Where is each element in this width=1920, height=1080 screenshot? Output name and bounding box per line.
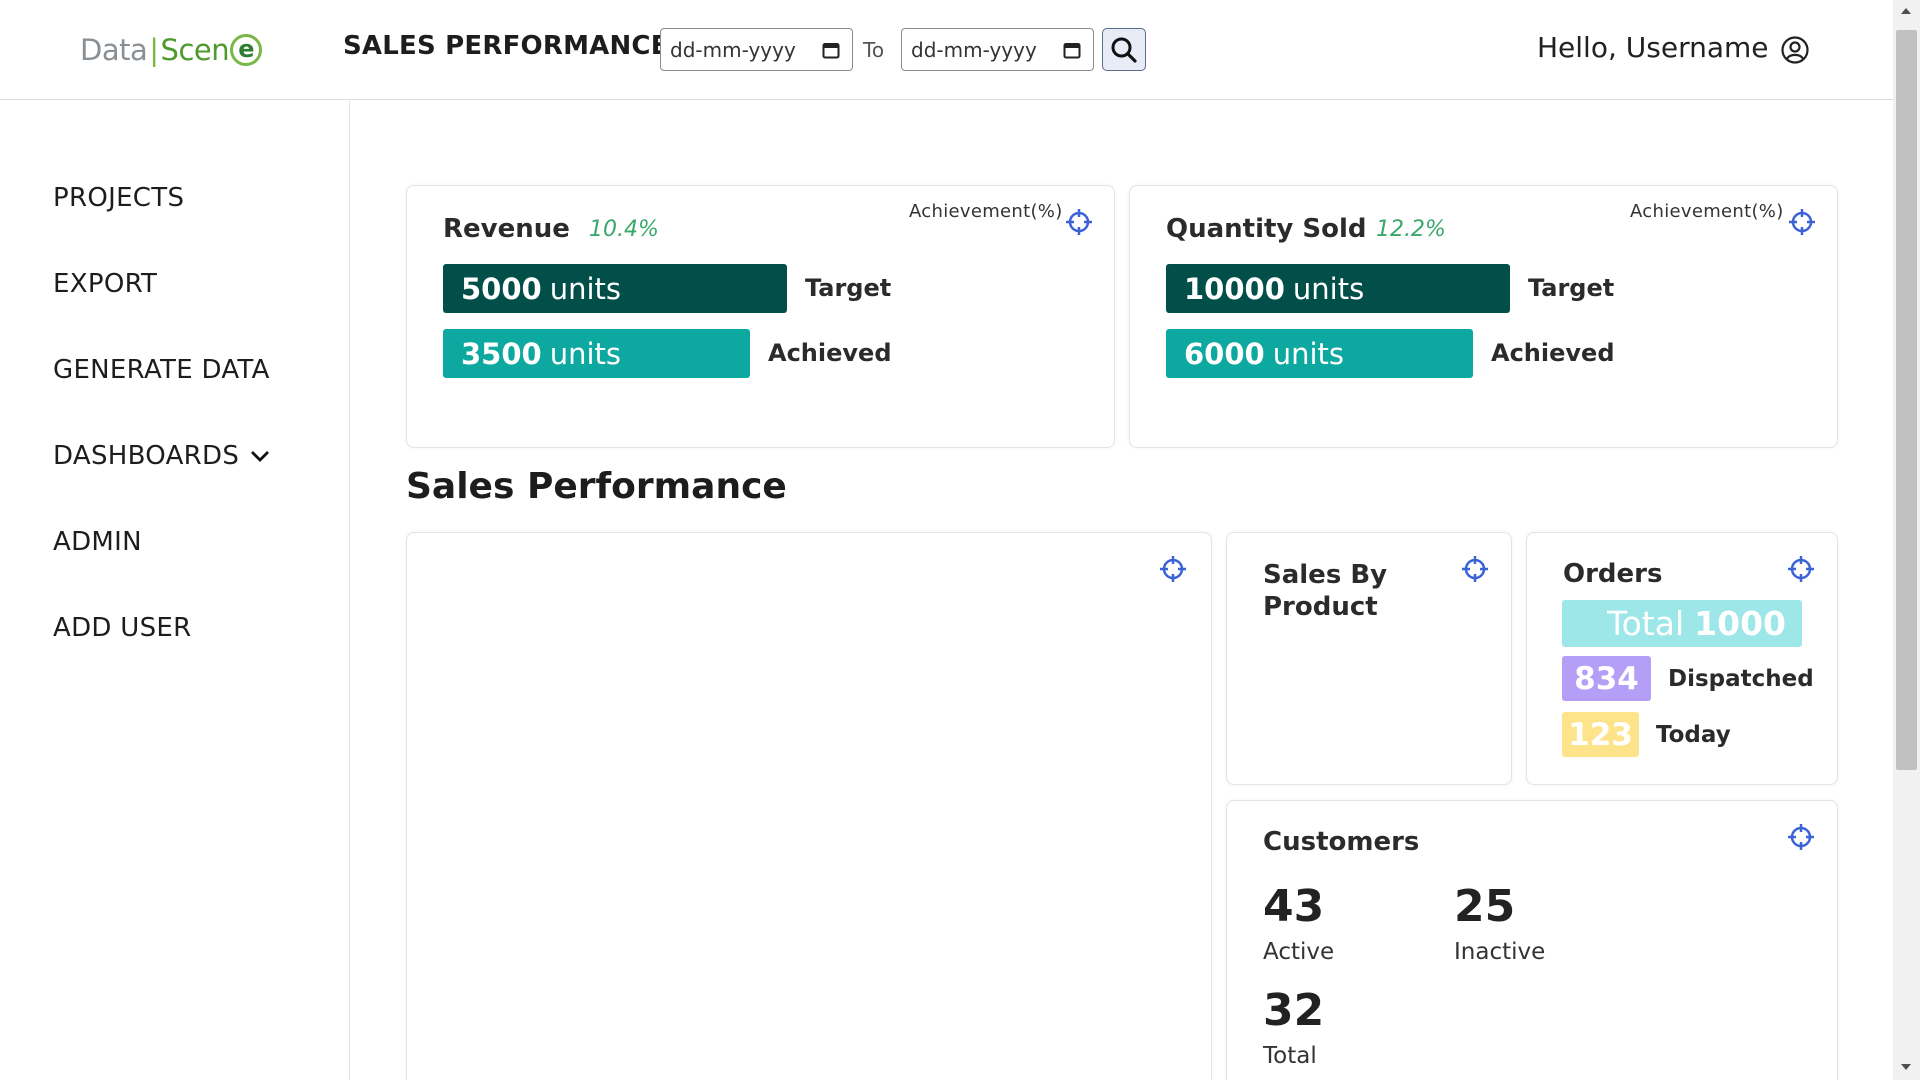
revenue-title: Revenue	[443, 214, 570, 244]
sidebar-item-admin[interactable]: ADMIN	[53, 527, 142, 557]
crosshair-icon[interactable]	[1065, 208, 1093, 236]
crosshair-icon[interactable]	[1788, 208, 1816, 236]
orders-today-badge: 123	[1562, 712, 1639, 757]
logo-e-mark: e	[230, 34, 263, 66]
calendar-icon[interactable]	[822, 41, 840, 59]
sidebar: PROJECTS EXPORT GENERATE DATA DASHBOARDS…	[0, 101, 350, 1080]
quantity-achieved-unit: units	[1272, 336, 1345, 371]
section-title: Sales Performance	[406, 466, 787, 507]
orders-title: Orders	[1563, 559, 1663, 589]
quantity-achieved-value: 6000	[1184, 336, 1265, 371]
logo-separator: |	[149, 33, 159, 67]
revenue-card: Revenue 10.4% Achievement(%) 5000 units …	[406, 185, 1115, 448]
logo-text-data: Data	[80, 33, 148, 67]
page-title: SALES PERFORMANCE	[343, 31, 669, 61]
revenue-target-unit: units	[549, 271, 622, 306]
customers-total-value: 32	[1263, 985, 1325, 1036]
crosshair-icon[interactable]	[1787, 823, 1815, 851]
revenue-target-label: Target	[805, 274, 892, 302]
quantity-target-bar: 10000 units	[1166, 264, 1510, 313]
quantity-achieved-bar: 6000 units	[1166, 329, 1473, 378]
orders-total-value: 1000	[1694, 604, 1786, 643]
quantity-target-label: Target	[1528, 274, 1615, 302]
page-scrollbar[interactable]	[1893, 0, 1920, 1080]
sidebar-item-export[interactable]: EXPORT	[53, 269, 157, 299]
search-button[interactable]	[1102, 28, 1146, 71]
revenue-achievement-percent: 10.4%	[589, 217, 659, 242]
scroll-down-arrow-icon[interactable]	[1901, 1064, 1911, 1070]
date-to-input[interactable]: dd-mm-yyyy	[901, 28, 1094, 71]
quantity-sold-title: Quantity Sold	[1166, 214, 1367, 244]
sales-by-product-title: Sales By Product	[1263, 559, 1387, 623]
customers-card: Customers 43 Active 25 Inactive 32 Total	[1226, 800, 1838, 1080]
orders-total-label: Total	[1607, 604, 1685, 643]
orders-total-badge: Total 1000	[1562, 600, 1802, 647]
quantity-achievement-percent: 12.2%	[1376, 217, 1446, 242]
customers-title: Customers	[1263, 827, 1420, 857]
top-header: Data | Scen e SALES PERFORMANCE dd-mm-yy…	[0, 0, 1893, 100]
orders-dispatched-badge: 834	[1562, 656, 1651, 701]
quantity-achieved-label: Achieved	[1491, 339, 1615, 367]
sales-by-product-card: Sales By Product	[1226, 532, 1512, 785]
scrollbar-thumb[interactable]	[1896, 30, 1917, 770]
sales-by-product-title-line2: Product	[1263, 592, 1378, 622]
date-from-input[interactable]: dd-mm-yyyy	[660, 28, 853, 71]
date-to-placeholder: dd-mm-yyyy	[911, 37, 1037, 62]
date-range-to-label: To	[863, 38, 885, 62]
customers-inactive-label: Inactive	[1454, 939, 1546, 965]
quantity-target-value: 10000	[1184, 271, 1285, 306]
user-circle-icon[interactable]	[1780, 35, 1810, 65]
sales-chart-card	[406, 532, 1212, 1080]
sales-by-product-title-line1: Sales By	[1263, 560, 1388, 590]
orders-today-label: Today	[1656, 722, 1731, 748]
logo-text-scene: Scen	[160, 33, 230, 67]
customers-active-label: Active	[1263, 939, 1335, 965]
customers-active-value: 43	[1263, 881, 1325, 932]
quantity-sold-card: Quantity Sold 12.2% Achievement(%) 10000…	[1129, 185, 1838, 448]
revenue-target-value: 5000	[461, 271, 542, 306]
sidebar-item-generate-data[interactable]: GENERATE DATA	[53, 355, 270, 385]
revenue-achieved-label: Achieved	[768, 339, 892, 367]
sidebar-item-projects[interactable]: PROJECTS	[53, 183, 184, 213]
customers-inactive-value: 25	[1454, 881, 1516, 932]
quantity-target-unit: units	[1292, 271, 1365, 306]
revenue-achieved-unit: units	[549, 336, 622, 371]
revenue-achievement-label: Achievement(%)	[909, 201, 1063, 222]
revenue-achieved-bar: 3500 units	[443, 329, 750, 378]
crosshair-icon[interactable]	[1461, 555, 1489, 583]
revenue-target-bar: 5000 units	[443, 264, 787, 313]
quantity-achievement-label: Achievement(%)	[1630, 201, 1784, 222]
calendar-icon[interactable]	[1063, 41, 1081, 59]
scroll-up-arrow-icon[interactable]	[1901, 8, 1911, 14]
sidebar-item-add-user[interactable]: ADD USER	[53, 613, 192, 643]
date-from-placeholder: dd-mm-yyyy	[670, 37, 796, 62]
logo[interactable]: Data | Scen e	[80, 30, 263, 70]
orders-dispatched-label: Dispatched	[1668, 666, 1814, 692]
sidebar-item-label: DASHBOARDS	[53, 441, 240, 471]
customers-total-label: Total	[1263, 1043, 1317, 1069]
sidebar-item-dashboards[interactable]: DASHBOARDS	[53, 441, 271, 471]
crosshair-icon[interactable]	[1159, 555, 1187, 583]
revenue-achieved-value: 3500	[461, 336, 542, 371]
chevron-down-icon	[251, 451, 270, 462]
user-greeting: Hello, Username	[1537, 31, 1769, 64]
crosshair-icon[interactable]	[1787, 555, 1815, 583]
search-icon	[1111, 37, 1137, 63]
